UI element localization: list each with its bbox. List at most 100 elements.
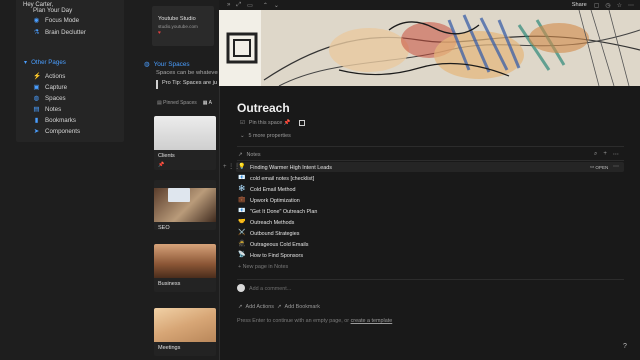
more-icon[interactable]: ⋯ [613, 151, 619, 158]
nav-bookmarks[interactable]: ▮ Bookmarks [33, 117, 76, 124]
arrow-icon: ↗ [238, 152, 243, 158]
chevron-up-icon[interactable]: ⌃ [263, 2, 268, 9]
tab-pinned-spaces[interactable]: ▤ Pinned Spaces [157, 100, 197, 106]
page-cover-image[interactable] [219, 10, 640, 86]
double-chevron-icon[interactable]: » [227, 2, 230, 8]
nav-plan-your-day[interactable]: Plan Your Day [33, 7, 72, 14]
ninja-icon: 🥷 [238, 241, 246, 247]
nav-capture[interactable]: ▣ Capture [33, 84, 67, 91]
search-icon[interactable]: ⌕ [594, 151, 597, 158]
star-icon[interactable]: ☆ [617, 2, 622, 9]
add-bookmark-label: Add Bookmark [284, 304, 320, 310]
comment-icon[interactable]: ▢ [594, 2, 600, 9]
list-item[interactable]: 📧 "Get It Done" Outreach Plan [238, 208, 317, 215]
planet-icon: ◍ [33, 95, 40, 102]
add-bookmark-button[interactable]: ➚ Add Bookmark [277, 304, 320, 310]
list-item-label: Outreach Methods [250, 219, 295, 226]
planet-icon: ◍ [144, 61, 150, 68]
space-card-label: Business [158, 281, 181, 287]
clock-icon[interactable]: ◷ [605, 2, 610, 9]
database-toolbar: ⌕ + ⋯ [594, 151, 619, 158]
list-item-label: Outbound Strategies [250, 230, 300, 237]
note-icon: ▤ [33, 106, 40, 113]
chevron-down-icon[interactable]: ⌄ [274, 2, 279, 9]
your-spaces-header[interactable]: ◍ Your Spaces [144, 60, 190, 69]
space-card-business[interactable]: Business [154, 244, 216, 292]
checkbox-icon: ☑ [240, 120, 245, 126]
list-item[interactable]: 💼 Upwork Optimization [238, 197, 300, 204]
clients-cover-image [154, 116, 216, 150]
share-button[interactable]: Share [572, 2, 587, 8]
nav-spaces[interactable]: ◍ Spaces [33, 95, 66, 102]
more-icon[interactable]: ⋯ [628, 2, 634, 9]
open-button[interactable]: ▭ OPEN [590, 164, 608, 170]
space-card-label: SEO [158, 225, 170, 230]
youtube-title: Youtube Studio [158, 16, 196, 22]
divider [237, 146, 624, 147]
lightning-icon: ⚡ [33, 73, 42, 80]
divider [237, 160, 624, 161]
comment-input[interactable]: Add a comment... [249, 286, 291, 292]
swords-icon: ⚔️ [238, 230, 246, 236]
arrow-icon: ➤ [33, 128, 40, 135]
other-pages-header[interactable]: ▾ Other Pages [24, 59, 66, 66]
space-card-clients[interactable]: Clients 📌 [154, 116, 216, 170]
nav-plan-your-day-label: Plan Your Day [33, 7, 73, 14]
list-item[interactable]: 📧 cold email notes [checklist] [238, 175, 314, 182]
list-item[interactable]: 🥷 Outrageous Cold Emails [238, 241, 308, 248]
list-item-label: How to Find Sponsors [250, 252, 304, 259]
list-item[interactable]: 💡 Finding Warmer High Intent Leads [238, 164, 332, 171]
bookmark-icon: ▮ [34, 117, 39, 124]
more-properties[interactable]: ⌄ 5 more properties [240, 133, 291, 139]
meetings-cover-image [154, 308, 216, 342]
nav-notes[interactable]: ▤ Notes [33, 106, 61, 113]
nav-focus-mode[interactable]: ◉ Focus Mode [33, 17, 79, 24]
lightbulb-icon: 💡 [238, 164, 246, 170]
new-page-button[interactable]: + New page in Notes [238, 264, 288, 270]
page-title[interactable]: Outreach [237, 101, 290, 115]
youtube-bookmark-card[interactable]: Youtube Studio studio.youtube.com ♥ [152, 6, 214, 46]
pin-checkbox[interactable] [298, 120, 305, 126]
arrow-icon: ➚ [277, 304, 282, 310]
add-icon[interactable]: + [603, 151, 607, 158]
space-card-seo[interactable]: SEO [154, 180, 216, 230]
notes-database-header[interactable]: ↗ Notes [238, 152, 261, 158]
eye-icon: ◉ [33, 17, 40, 24]
other-pages-label: Other Pages [31, 59, 66, 66]
nav-actions[interactable]: ⚡ Actions [33, 73, 65, 80]
list-item[interactable]: 🤝 Outreach Methods [238, 219, 294, 226]
help-button[interactable]: ? [623, 343, 627, 350]
avatar [237, 284, 245, 292]
inbox-icon: ▣ [33, 84, 40, 91]
nav-actions-label: Actions [45, 73, 66, 80]
empty-page-hint-text: Press Enter to continue with an empty pa… [237, 318, 350, 324]
space-card-label: Meetings [158, 345, 181, 351]
more-properties-label: 5 more properties [248, 133, 291, 139]
pin-property[interactable]: ☑ Pin this space 📌 [240, 120, 305, 126]
seo-cover-image [154, 188, 216, 222]
list-item[interactable]: ⚔️ Outbound Strategies [238, 230, 299, 237]
list-item[interactable]: 📡 How to Find Sponsors [238, 252, 303, 259]
create-template-link[interactable]: create a template [351, 318, 393, 324]
top-bar: » ⤢ ▭ ⌃ ⌄ Share ▢ ◷ ☆ ⋯ [219, 0, 640, 10]
nav-bookmarks-label: Bookmarks [45, 117, 76, 124]
flask-icon: ⚗ [33, 29, 40, 36]
page-icon[interactable]: ▭ [247, 2, 253, 9]
spaces-subtitle: Spaces can be whatever [156, 70, 218, 76]
nav-spaces-label: Spaces [45, 95, 66, 102]
spaces-tabs: ▤ Pinned Spaces ▦ A [157, 100, 212, 106]
row-more-icon[interactable]: ⋯ [613, 163, 619, 170]
space-card-meetings[interactable]: Meetings [154, 308, 216, 356]
nav-components-label: Components [45, 128, 81, 135]
nav-components[interactable]: ➤ Components [33, 128, 80, 135]
tab-all-spaces[interactable]: ▦ A [203, 100, 212, 106]
email-icon: 📧 [238, 208, 246, 214]
expand-icon[interactable]: ⤢ [236, 2, 241, 9]
list-item-label: Outrageous Cold Emails [250, 241, 309, 248]
nav-brain-declutter[interactable]: ⚗ Brain Declutter [33, 29, 86, 36]
email-icon: 📧 [238, 175, 246, 181]
list-item-label: Cold Email Method [250, 186, 296, 193]
add-actions-button[interactable]: ➚ Add Actions [238, 304, 274, 310]
list-item[interactable]: ❄️ Cold Email Method [238, 186, 296, 193]
list-item-label: "Get It Done" Outreach Plan [250, 208, 318, 215]
